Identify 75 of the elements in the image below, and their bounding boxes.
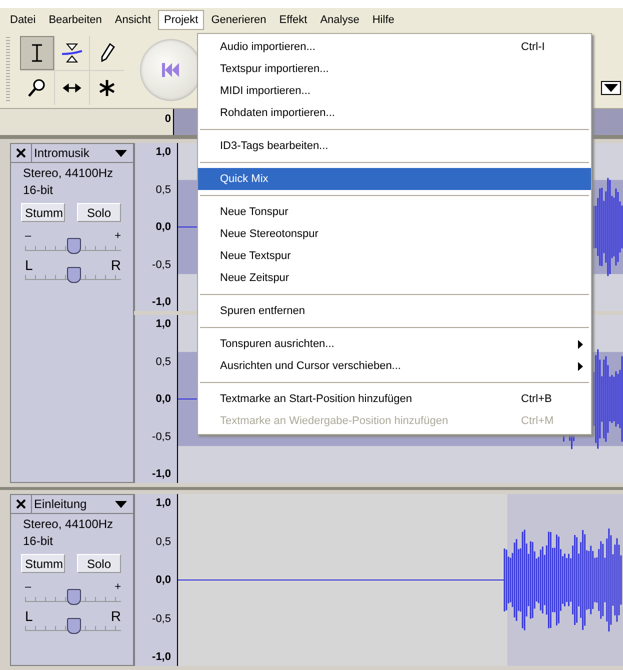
mute-button[interactable]: Stumm [21,203,65,222]
menu-title[interactable]: Analyse [314,10,366,30]
ruler-tick-label: 0,0 [156,221,171,233]
ruler-tick-label: -1,0 [152,296,171,308]
slider-label: L [25,610,33,622]
slider-thumb[interactable] [67,267,81,283]
slider-label: + [114,230,121,242]
menu-item[interactable]: Quick Mix [198,168,591,190]
menu-item[interactable]: Textmarke an Start-Position hinzufügen Ctrl+B [198,388,591,410]
track-info: 16-bit [22,533,54,548]
ruler-tick-label: -0,5 [152,612,171,624]
track-info: 16-bit [22,182,54,197]
solo-button[interactable]: Solo [77,554,121,573]
shortcut-label: Ctrl+B [521,393,553,405]
ruler-tick-label: 1,0 [156,146,171,158]
ruler-tick-label: 0,0 [156,574,171,586]
close-icon [16,499,26,509]
ruler-tick-label: -0,5 [152,258,171,270]
ruler-tick-label: 1,0 [156,318,171,330]
slider-thumb[interactable] [67,618,81,634]
ruler-tick-label: -0,5 [152,430,171,442]
slider-thumb[interactable] [67,589,81,605]
menu-item[interactable]: Neue Tonspur [198,201,591,223]
menu-item[interactable]: Textspur importieren... [198,58,591,80]
menu-title[interactable]: Datei [4,10,42,30]
mute-button[interactable]: Stumm [21,554,65,573]
menu-item[interactable]: Rohdaten importieren... [198,102,591,124]
caret-icon [115,150,127,156]
track-name-dropdown[interactable]: Intromusik [32,144,133,162]
track-info: Stereo, 44100Hz [22,516,114,531]
menu-item[interactable]: Ausrichten und Cursor verschieben... [198,355,591,377]
shortcut-label: Ctrl-I [521,41,546,53]
menu-item[interactable]: Tonspuren ausrichten... [198,333,591,355]
slider-label: L [25,259,33,271]
slider-thumb[interactable] [67,238,81,254]
menu-title[interactable]: Projekt [158,10,204,30]
menu-title[interactable]: Ansicht [108,10,157,30]
ruler-tick-label: 0,5 [156,356,171,368]
track-name-dropdown[interactable]: Einleitung [32,495,133,513]
slider-label: + [114,581,121,593]
dropdown-arrow-icon[interactable] [601,81,621,95]
ruler-tick-label: -1,0 [152,651,171,663]
menu-item[interactable]: Audio importieren... Ctrl-I [198,36,591,58]
menu-item[interactable]: MIDI importieren... [198,80,591,102]
menu-title[interactable]: Hilfe [366,10,400,30]
track-name: Einleitung [34,497,87,511]
menu-title[interactable]: Generieren [205,10,272,30]
slider-label: – [25,230,32,242]
slider-label: R [110,259,121,271]
menu-item[interactable]: Neue Textspur [198,245,591,267]
ruler-label: 0 [164,113,171,125]
solo-button[interactable]: Solo [77,203,121,222]
caret-icon [115,500,127,508]
menu-title[interactable]: Bearbeiten [42,10,108,30]
track-info: Stereo, 44100Hz [22,165,114,180]
ruler-tick-label: 0,5 [156,536,171,548]
shortcut-label: Ctrl+M [521,415,555,427]
ruler-tick-label: 1,0 [156,497,171,509]
toolbar-grip[interactable] [6,37,10,103]
envelope-icon [61,42,83,64]
tool-button[interactable] [20,36,54,70]
menu-title[interactable]: Effekt [273,10,314,30]
menu-item[interactable]: ID3-Tags bearbeiten... [198,135,591,157]
menu-item[interactable]: Neue Zeitspur [198,267,591,289]
slider-label: R [110,610,121,622]
magnifier-icon [26,76,48,98]
slider-label: – [25,581,32,593]
menu-item[interactable]: Neue Stereotonspur [198,223,591,245]
rewind-icon [162,63,180,77]
ruler-tick-label: -1,0 [152,468,171,480]
ruler-tick-label: 0,0 [156,393,171,405]
close-icon [16,148,26,158]
menu-item[interactable]: Spuren entfernen [198,300,591,322]
track-name: Intromusik [34,146,90,160]
ruler-tick-label: 0,5 [156,184,171,196]
